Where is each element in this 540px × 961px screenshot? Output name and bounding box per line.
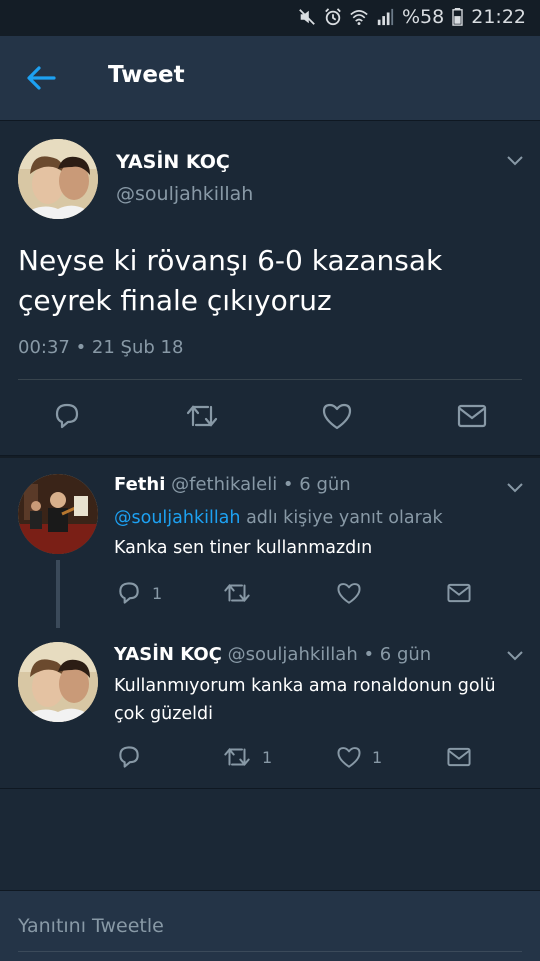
mute-icon bbox=[299, 9, 315, 25]
battery-percent: %58 bbox=[402, 6, 445, 28]
tweet-text-line-2: çeyrek finale çıkıyoruz bbox=[18, 284, 332, 317]
reply-tweet[interactable]: YASİN KOÇ @souljahkillah • 6 gün Kullanm… bbox=[0, 628, 540, 788]
divider bbox=[18, 379, 522, 380]
tweet-text: Neyse ki rövanşı 6-0 kazansak çeyrek fin… bbox=[18, 241, 518, 321]
author-handle[interactable]: @souljahkillah bbox=[228, 644, 358, 665]
main-tweet: YASİN KOÇ @souljahkillah Neyse ki rövanş… bbox=[0, 121, 540, 456]
avatar-photo bbox=[18, 642, 98, 722]
retweet-count: 1 bbox=[262, 748, 273, 767]
mail-icon[interactable] bbox=[446, 746, 472, 768]
author-name[interactable]: YASİN KOÇ bbox=[116, 151, 230, 173]
reply-count: 1 bbox=[152, 584, 163, 603]
chevron-down-icon[interactable] bbox=[506, 155, 524, 167]
battery-icon bbox=[452, 8, 463, 26]
wifi-icon bbox=[350, 10, 368, 26]
like-count: 1 bbox=[372, 748, 383, 767]
thread-connector bbox=[56, 560, 60, 636]
avatar[interactable] bbox=[18, 474, 98, 554]
reply-header: Fethi @fethikaleli • 6 gün bbox=[114, 474, 351, 495]
retweet-icon[interactable] bbox=[184, 401, 220, 431]
status-icons: %58 21:22 bbox=[298, 6, 526, 28]
reply-icon[interactable] bbox=[116, 580, 142, 606]
author-handle[interactable]: @fethikaleli bbox=[171, 474, 277, 495]
reply-header: YASİN KOÇ @souljahkillah • 6 gün bbox=[114, 644, 431, 665]
tweet-age: • 6 gün bbox=[277, 474, 351, 495]
signal-icon bbox=[377, 8, 394, 26]
author-handle[interactable]: @souljahkillah bbox=[116, 183, 253, 205]
reply-text-line-1: Kullanmıyorum kanka ama ronaldonun golü bbox=[114, 676, 496, 696]
like-icon[interactable] bbox=[336, 744, 362, 770]
reply-tweet[interactable]: Fethi @fethikaleli • 6 gün @souljahkilla… bbox=[0, 458, 540, 628]
reply-text-line-2: çok güzeldi bbox=[114, 704, 214, 724]
reply-input[interactable]: Yanıtını Tweetle bbox=[18, 915, 164, 937]
chevron-down-icon[interactable] bbox=[506, 482, 524, 494]
input-underline bbox=[18, 951, 522, 952]
page-title: Tweet bbox=[108, 62, 185, 88]
back-arrow-icon[interactable] bbox=[24, 62, 58, 94]
retweet-icon[interactable] bbox=[222, 744, 252, 770]
avatar-photo bbox=[18, 139, 98, 219]
author-name[interactable]: YASİN KOÇ bbox=[114, 644, 222, 665]
alarm-icon bbox=[325, 8, 341, 26]
retweet-icon[interactable] bbox=[222, 580, 252, 606]
empty-area bbox=[0, 788, 540, 891]
like-icon[interactable] bbox=[336, 580, 362, 606]
tweet-timestamp: 00:37 • 21 Şub 18 bbox=[18, 337, 184, 358]
compose-bar[interactable]: Yanıtını Tweetle bbox=[0, 890, 540, 961]
tweet-age: • 6 gün bbox=[357, 644, 432, 665]
tweet-text-line-1: Neyse ki rövanşı 6-0 kazansak bbox=[18, 244, 443, 277]
avatar-photo bbox=[18, 474, 98, 554]
avatar[interactable] bbox=[18, 139, 98, 219]
reply-icon[interactable] bbox=[52, 401, 82, 431]
mail-icon[interactable] bbox=[446, 582, 472, 604]
reply-to-label: adlı kişiye yanıt olarak bbox=[240, 508, 443, 528]
chevron-down-icon[interactable] bbox=[506, 650, 524, 662]
app-bar: Tweet bbox=[0, 36, 540, 121]
avatar[interactable] bbox=[18, 642, 98, 722]
like-icon[interactable] bbox=[321, 401, 353, 431]
author-name[interactable]: Fethi bbox=[114, 474, 165, 495]
reply-to-mention[interactable]: @souljahkillah bbox=[114, 508, 241, 528]
mail-icon[interactable] bbox=[456, 403, 488, 429]
status-bar: %58 21:22 bbox=[0, 0, 540, 36]
reply-text-line-1: Kanka sen tiner kullanmazdın bbox=[114, 538, 373, 558]
reply-icon[interactable] bbox=[116, 744, 142, 770]
reply-context: @souljahkillah adlı kişiye yanıt olarak bbox=[114, 508, 443, 528]
tweet-actions bbox=[0, 399, 540, 439]
clock: 21:22 bbox=[471, 6, 526, 28]
